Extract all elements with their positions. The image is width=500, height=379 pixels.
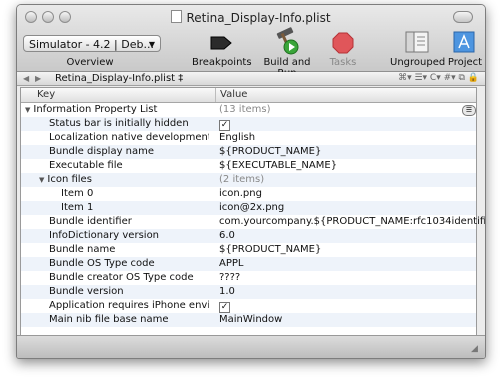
row-value[interactable]: ✓	[215, 117, 230, 131]
row-key-label: Bundle display name	[49, 146, 155, 157]
row-key: Bundle name	[49, 243, 209, 257]
xcode-window: Retina_Display-Info.plist Simulator - 4.…	[16, 4, 486, 359]
table-row[interactable]: Main nib file base name MainWindow	[21, 313, 476, 327]
row-key-label: Bundle OS Type code	[49, 258, 155, 269]
row-key-label: Information Property List	[33, 104, 158, 115]
table-header: Key Value	[21, 88, 476, 103]
row-value[interactable]: APPL	[215, 257, 243, 271]
key-column-header[interactable]: Key	[37, 88, 55, 102]
row-key: Bundle version	[49, 285, 209, 299]
row-value[interactable]: ${PRODUCT_NAME}	[215, 243, 321, 257]
row-key-label: Status bar is initially hidden	[49, 118, 189, 129]
stop-icon[interactable]	[332, 32, 354, 54]
value-column-header[interactable]: Value	[215, 88, 247, 102]
row-value[interactable]: com.yourcompany.${PRODUCT_NAME:rfc1034id…	[215, 215, 485, 229]
row-key-label: Item 0	[61, 188, 94, 199]
path-bar: ◀ ▶ Retina_Display-Info.plist ‡ ⌘▾ ☰▾ C▾…	[17, 72, 485, 86]
row-key: Status bar is initially hidden	[49, 117, 209, 131]
navigation-controls[interactable]: ⌘▾ ☰▾ C▾ #▾ ⧉ 🔒	[398, 72, 479, 85]
row-key-label: Bundle identifier	[49, 216, 132, 227]
row-key-label: Application requires iPhone enviror	[49, 300, 209, 311]
table-row[interactable]: Bundle identifier com.yourcompany.${PRODU…	[21, 215, 485, 229]
checkbox-checked[interactable]: ✓	[219, 302, 230, 313]
row-key-label: Localization native development re	[49, 132, 209, 143]
table-row[interactable]: ▼ Information Property List (13 items) ☰	[21, 103, 476, 117]
row-value[interactable]: icon@2x.png	[215, 201, 284, 215]
ungrouped-icon[interactable]	[405, 31, 429, 53]
hammer-play-icon[interactable]	[274, 27, 300, 55]
row-value[interactable]: (2 items)	[215, 173, 264, 187]
table-row[interactable]: Status bar is initially hidden ✓	[21, 117, 476, 131]
overview-label: Overview	[66, 57, 114, 68]
table-row[interactable]: Bundle creator OS Type code????	[21, 271, 476, 285]
row-value[interactable]: icon.png	[215, 187, 262, 201]
table-row[interactable]: Item 0 icon.png	[21, 187, 476, 201]
toolbar-toggle-button[interactable]	[453, 11, 473, 23]
resize-grip-icon[interactable]: ◢	[471, 344, 481, 354]
checkbox-checked[interactable]: ✓	[219, 120, 230, 131]
row-key-label: Executable file	[49, 160, 123, 171]
row-key-label: Item 1	[61, 202, 94, 213]
project-icon[interactable]	[453, 31, 475, 53]
table-row[interactable]: ▼ Icon files (2 items)	[21, 173, 476, 187]
row-key: Application requires iPhone enviror	[49, 299, 209, 313]
disclosure-triangle-icon[interactable]: ▼	[39, 173, 44, 187]
row-key-label: Bundle creator OS Type code	[49, 272, 194, 283]
row-value[interactable]: MainWindow	[215, 313, 282, 327]
row-value[interactable]: ✓	[215, 299, 230, 313]
row-key-label: Bundle name	[49, 244, 116, 255]
table-row[interactable]: InfoDictionary version 6.0	[21, 229, 476, 243]
row-key: Localization native development re	[49, 131, 209, 145]
row-value[interactable]: (13 items)	[215, 103, 271, 117]
row-value[interactable]: ????	[215, 271, 240, 285]
row-key: Bundle identifier	[49, 215, 209, 229]
row-key: Bundle creator OS Type code	[49, 271, 209, 285]
row-value[interactable]: English	[215, 131, 255, 145]
row-key: ▼ Information Property List	[25, 103, 209, 117]
scheme-popup[interactable]: Simulator - 4.2 | Deb... ▼	[23, 35, 161, 52]
row-value[interactable]: 6.0	[215, 229, 235, 243]
forward-arrow-icon[interactable]: ▶	[35, 72, 41, 85]
row-key: ▼ Icon files	[39, 173, 209, 187]
window-title: Retina_Display-Info.plist	[17, 10, 485, 25]
row-key: Executable file	[49, 159, 209, 173]
plist-table: Key Value ▼ Information Property List (13 …	[20, 87, 485, 336]
row-key: Bundle OS Type code	[49, 257, 209, 271]
row-key-label: Bundle version	[49, 286, 124, 297]
toolbar: Retina_Display-Info.plist Simulator - 4.…	[17, 5, 485, 79]
table-row[interactable]: Bundle name ${PRODUCT_NAME}	[21, 243, 476, 257]
project-button[interactable]: Project	[447, 57, 483, 68]
row-value[interactable]: 1.0	[215, 285, 235, 299]
table-row[interactable]: Application requires iPhone enviror ✓	[21, 299, 476, 313]
row-key-label: Main nib file base name	[49, 314, 169, 325]
row-menu-button[interactable]: ☰	[462, 105, 476, 116]
ungrouped-button[interactable]: Ungrouped	[390, 57, 445, 68]
tasks-button[interactable]: Tasks	[327, 57, 359, 68]
back-arrow-icon[interactable]: ◀	[23, 72, 29, 85]
table-row[interactable]: Item 1 icon@2x.png	[21, 201, 476, 215]
breakpoints-button[interactable]: Breakpoints	[192, 57, 252, 68]
breakpoints-icon[interactable]	[210, 35, 232, 51]
disclosure-triangle-icon[interactable]: ▼	[25, 103, 30, 117]
status-bar: ◢	[17, 335, 485, 358]
chevron-down-icon: ▼	[148, 40, 155, 49]
row-key: Item 1	[61, 201, 209, 215]
row-key: Bundle display name	[49, 145, 209, 159]
table-row[interactable]: Bundle OS Type code APPL	[21, 257, 476, 271]
table-row[interactable]: Executable file ${EXECUTABLE_NAME}	[21, 159, 476, 173]
table-row[interactable]: Localization native development re Englis…	[21, 131, 476, 145]
document-icon	[171, 10, 183, 23]
row-value[interactable]: ${EXECUTABLE_NAME}	[215, 159, 337, 173]
row-key: Item 0	[61, 187, 209, 201]
row-value[interactable]: ${PRODUCT_NAME}	[215, 145, 321, 159]
table-row[interactable]: Bundle version 1.0	[21, 285, 476, 299]
table-row[interactable]: Bundle display name ${PRODUCT_NAME}	[21, 145, 476, 159]
file-popup[interactable]: Retina_Display-Info.plist ‡	[55, 72, 183, 85]
row-key: InfoDictionary version	[49, 229, 209, 243]
row-key: Main nib file base name	[49, 313, 209, 327]
row-key-label: InfoDictionary version	[49, 230, 160, 241]
row-key-label: Icon files	[47, 174, 92, 185]
